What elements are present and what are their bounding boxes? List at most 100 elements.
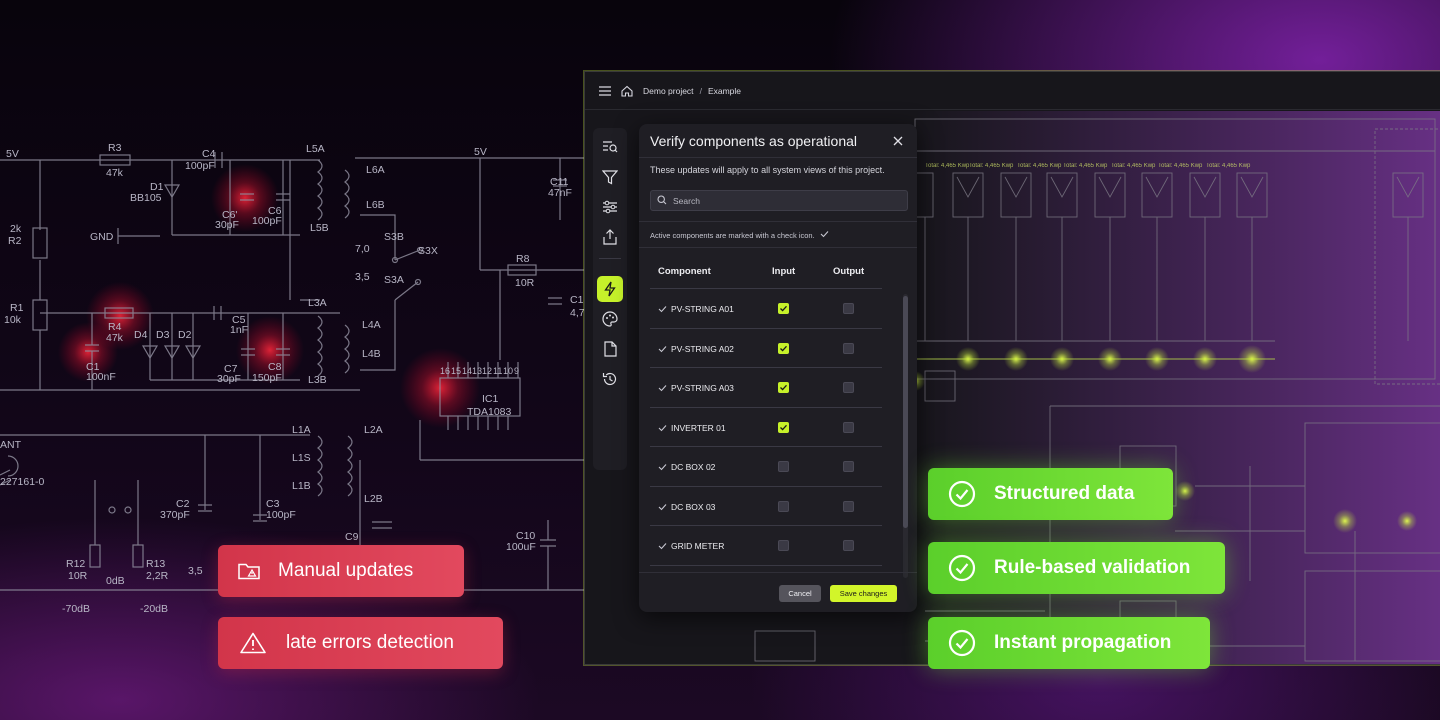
rule-based-validation-badge: Rule-based validation bbox=[928, 542, 1225, 594]
rail-divider bbox=[599, 258, 621, 259]
dialog-subtitle: These updates will apply to all system v… bbox=[650, 165, 885, 175]
document-icon[interactable] bbox=[597, 336, 623, 362]
svg-text:ANT: ANT bbox=[0, 439, 22, 451]
svg-text:14: 14 bbox=[462, 366, 472, 376]
output-checkbox[interactable] bbox=[843, 303, 854, 314]
component-label: GRID METER bbox=[671, 541, 725, 551]
input-checkbox[interactable] bbox=[778, 303, 789, 314]
table-row[interactable]: DC BOX 02 bbox=[650, 446, 882, 486]
svg-text:16: 16 bbox=[440, 366, 450, 376]
table-row[interactable]: PV-STRING A01 bbox=[650, 288, 882, 328]
svg-text:TDA1083: TDA1083 bbox=[467, 406, 512, 418]
svg-text:L4A: L4A bbox=[362, 319, 381, 331]
search-input[interactable] bbox=[673, 195, 873, 206]
svg-text:Total: 4,465 Kwp: Total: 4,465 Kwp bbox=[1111, 163, 1156, 169]
svg-text:Total: 4,465 Kwp: Total: 4,465 Kwp bbox=[925, 163, 970, 169]
component-name: INVERTER 01 bbox=[658, 423, 726, 433]
svg-text:15: 15 bbox=[451, 366, 461, 376]
table-row[interactable]: PV-STRING A03 bbox=[650, 367, 882, 407]
svg-text:L1A: L1A bbox=[292, 424, 311, 436]
check-circle-icon bbox=[948, 629, 976, 657]
svg-text:C4: C4 bbox=[202, 148, 216, 160]
svg-text:R1: R1 bbox=[10, 302, 24, 314]
input-checkbox[interactable] bbox=[778, 540, 789, 551]
component-label: DC BOX 02 bbox=[671, 462, 716, 472]
svg-text:9: 9 bbox=[514, 366, 519, 376]
palette-icon[interactable] bbox=[597, 306, 623, 332]
menu-icon[interactable] bbox=[599, 85, 611, 96]
svg-text:100nF: 100nF bbox=[86, 371, 116, 383]
svg-text:Total: 4,465 Kwp: Total: 4,465 Kwp bbox=[1206, 163, 1251, 169]
svg-text:150pF: 150pF bbox=[252, 372, 282, 384]
table-row[interactable]: INVERTER 01 bbox=[650, 406, 882, 447]
input-checkbox[interactable] bbox=[778, 342, 789, 354]
save-changes-button[interactable]: Save changes bbox=[830, 585, 897, 602]
close-icon[interactable] bbox=[891, 134, 905, 148]
output-checkbox[interactable] bbox=[843, 461, 854, 472]
component-name: PV-STRING A03 bbox=[658, 383, 734, 393]
svg-text:L6B: L6B bbox=[366, 199, 385, 211]
svg-text:100pF: 100pF bbox=[185, 160, 215, 172]
svg-text:0dB: 0dB bbox=[106, 575, 125, 587]
column-input: Input bbox=[772, 266, 796, 277]
svg-text:100pF: 100pF bbox=[266, 509, 296, 521]
output-checkbox[interactable] bbox=[843, 421, 854, 433]
output-checkbox[interactable] bbox=[843, 500, 854, 512]
svg-text:C1: C1 bbox=[570, 294, 584, 306]
table-row[interactable]: GRID METER bbox=[650, 525, 882, 565]
divider bbox=[639, 247, 917, 248]
svg-text:Total: 4,465 Kwp: Total: 4,465 Kwp bbox=[969, 163, 1014, 169]
svg-text:30pF: 30pF bbox=[217, 373, 241, 385]
svg-text:1nF: 1nF bbox=[230, 324, 248, 336]
output-checkbox[interactable] bbox=[843, 382, 854, 393]
input-checkbox[interactable] bbox=[778, 382, 789, 393]
output-checkbox[interactable] bbox=[843, 342, 854, 354]
svg-text:L6A: L6A bbox=[366, 164, 385, 176]
filter-icon[interactable] bbox=[597, 164, 623, 190]
svg-text:R3: R3 bbox=[108, 142, 122, 154]
scrollbar-thumb[interactable] bbox=[903, 296, 908, 528]
share-icon[interactable] bbox=[597, 224, 623, 250]
table-row[interactable]: DC BOX 03 bbox=[650, 485, 882, 526]
svg-text:S3X: S3X bbox=[418, 245, 438, 257]
top-bar: Demo project / Example bbox=[585, 72, 1440, 110]
check-circle-icon bbox=[948, 554, 976, 582]
cancel-button[interactable]: Cancel bbox=[779, 585, 821, 602]
check-circle-icon bbox=[948, 480, 976, 508]
breadcrumb-page[interactable]: Example bbox=[708, 86, 741, 96]
input-checkbox[interactable] bbox=[778, 500, 789, 512]
svg-text:5V: 5V bbox=[474, 146, 487, 158]
svg-text:S3B: S3B bbox=[384, 231, 404, 243]
svg-text:R8: R8 bbox=[516, 253, 530, 265]
check-icon bbox=[820, 230, 829, 240]
svg-text:R12: R12 bbox=[66, 558, 85, 570]
search-list-icon[interactable] bbox=[597, 134, 623, 160]
svg-text:D2: D2 bbox=[178, 329, 192, 341]
input-checkbox[interactable] bbox=[778, 421, 789, 433]
svg-text:L2A: L2A bbox=[364, 424, 383, 436]
output-checkbox[interactable] bbox=[843, 540, 854, 551]
badge-label: late errors detection bbox=[286, 632, 454, 653]
svg-text:R13: R13 bbox=[146, 558, 165, 570]
svg-text:13: 13 bbox=[472, 366, 482, 376]
svg-text:10k: 10k bbox=[4, 314, 22, 326]
breadcrumb-project[interactable]: Demo project bbox=[643, 86, 694, 96]
svg-text:30pF: 30pF bbox=[215, 219, 239, 231]
component-label: PV-STRING A02 bbox=[671, 343, 734, 354]
svg-text:10R: 10R bbox=[515, 277, 535, 289]
component-name: DC BOX 02 bbox=[658, 462, 715, 472]
svg-text:L5B: L5B bbox=[310, 222, 329, 234]
input-checkbox[interactable] bbox=[778, 461, 789, 472]
table-bottom-border bbox=[650, 564, 882, 566]
svg-text:GND: GND bbox=[90, 231, 114, 243]
search-field[interactable] bbox=[650, 190, 908, 211]
lightning-icon[interactable] bbox=[597, 276, 623, 302]
table-row[interactable]: PV-STRING A02 bbox=[650, 327, 882, 368]
sliders-icon[interactable] bbox=[597, 194, 623, 220]
home-icon[interactable] bbox=[621, 85, 633, 97]
check-icon bbox=[658, 345, 667, 352]
circuit-schematic: 5V 5V GND ANT R3 47k C4 100pF D1 BB105 C… bbox=[0, 142, 586, 615]
history-icon[interactable] bbox=[597, 366, 623, 392]
column-component: Component bbox=[658, 266, 711, 277]
component-name: PV-STRING A02 bbox=[658, 344, 734, 354]
